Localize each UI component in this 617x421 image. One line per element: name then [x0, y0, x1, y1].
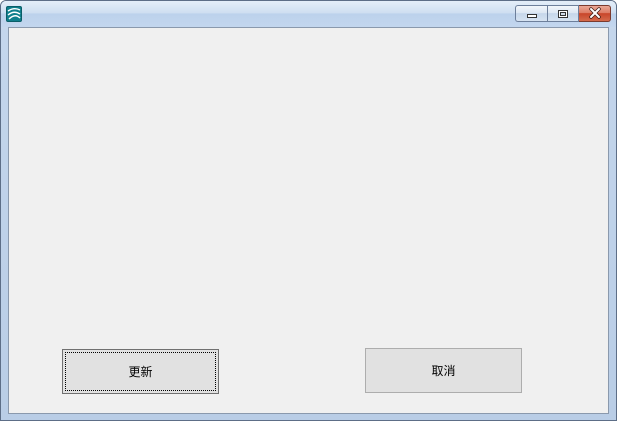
caption-buttons — [515, 5, 611, 24]
app-icon — [6, 6, 22, 22]
client-area: 更新 取消 — [8, 27, 609, 414]
restore-icon — [557, 4, 569, 23]
close-button[interactable] — [579, 5, 611, 22]
close-icon — [588, 4, 602, 23]
dialog-window: 更新 取消 — [0, 0, 617, 421]
title-bar[interactable] — [1, 1, 616, 27]
cancel-button-label: 取消 — [431, 364, 456, 378]
update-button[interactable]: 更新 — [62, 349, 219, 394]
update-button-label: 更新 — [128, 365, 153, 379]
cancel-button[interactable]: 取消 — [365, 348, 522, 393]
minimize-button[interactable] — [515, 5, 547, 22]
minimize-icon — [526, 4, 538, 23]
maximize-button[interactable] — [547, 5, 579, 22]
